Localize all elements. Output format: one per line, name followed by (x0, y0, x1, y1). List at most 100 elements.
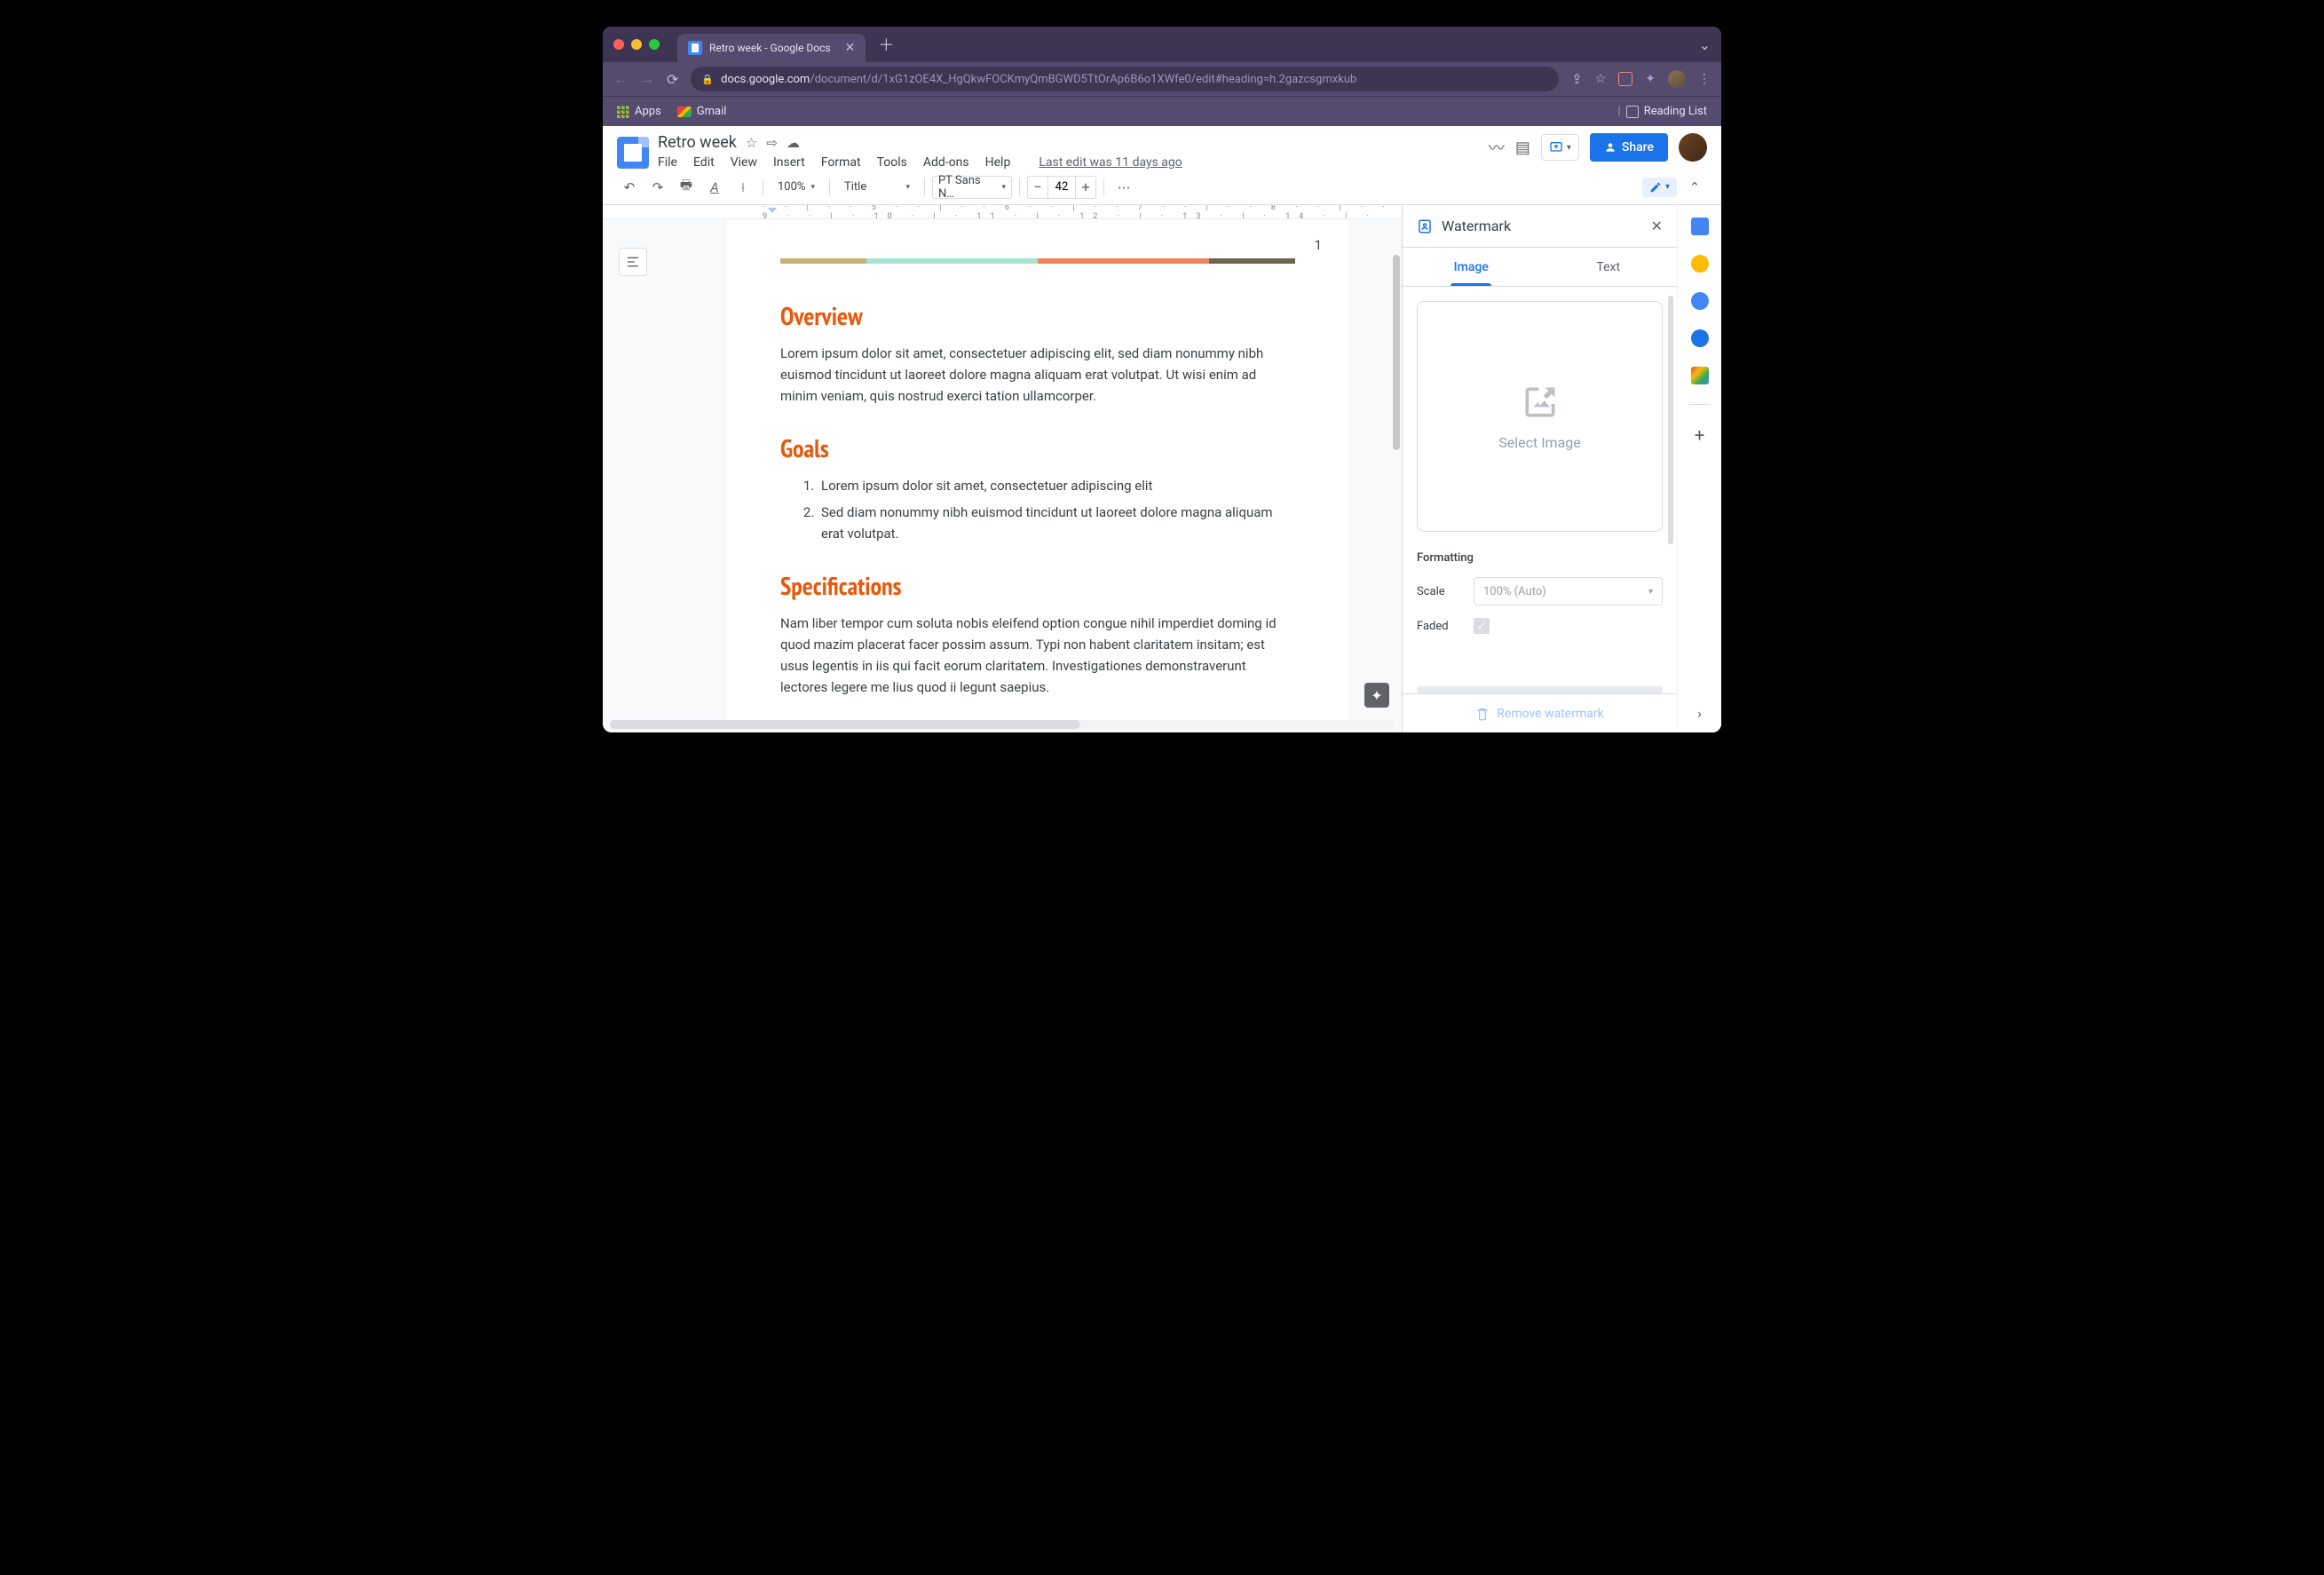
formatting-section-label: Formatting (1417, 551, 1663, 565)
paint-format-button[interactable]: ⟊ (731, 175, 755, 200)
document-title[interactable]: Retro week (658, 133, 737, 152)
spellcheck-button[interactable]: A (702, 175, 727, 200)
color-divider (780, 258, 1295, 264)
extensions-puzzle-icon[interactable]: ✦ (1645, 72, 1656, 86)
reading-list-icon (1626, 106, 1639, 118)
apps-grid-icon (617, 106, 629, 118)
tab-image[interactable]: Image (1403, 248, 1540, 286)
reading-list-button[interactable]: | Reading List (1618, 105, 1707, 118)
scale-select[interactable]: 100% (Auto) ▾ (1474, 577, 1663, 605)
outline-toggle-button[interactable] (619, 248, 647, 276)
vertical-scrollbar[interactable] (1393, 255, 1400, 450)
present-up-icon (1549, 140, 1563, 154)
new-tab-button[interactable]: ＋ (878, 33, 894, 56)
document-page[interactable]: 1 Overview Lorem ipsum dolor sit amet, c… (727, 219, 1348, 720)
activity-icon[interactable]: 〰 (1489, 136, 1505, 159)
minimize-window-button[interactable] (631, 39, 642, 50)
menu-addons[interactable]: Add-ons (923, 155, 969, 170)
comments-icon[interactable]: ▤ (1515, 139, 1530, 157)
font-size-decrease[interactable]: − (1028, 178, 1047, 195)
faded-checkbox[interactable]: ✓ (1474, 618, 1490, 634)
sidebar-close-button[interactable]: ✕ (1651, 218, 1663, 234)
select-image-dropzone[interactable]: Select Image (1417, 301, 1663, 532)
tab-text[interactable]: Text (1540, 248, 1678, 286)
present-button[interactable]: ▾ (1541, 134, 1579, 161)
sidebar-tabs: Image Text (1403, 248, 1677, 287)
horizontal-scrollbar[interactable] (610, 720, 1395, 729)
browser-titlebar: Retro week - Google Docs ✕ ＋ ⌄ (603, 27, 1721, 62)
star-button[interactable]: ☆ (746, 135, 757, 151)
remove-watermark-button[interactable]: Remove watermark (1403, 693, 1677, 732)
more-tools-button[interactable]: ⋯ (1111, 175, 1136, 200)
back-button[interactable]: ← (613, 70, 628, 88)
menu-format[interactable]: Format (821, 155, 861, 170)
add-image-icon (1521, 383, 1560, 422)
maps-rail-icon[interactable] (1691, 367, 1709, 384)
tasks-rail-icon[interactable] (1691, 292, 1709, 310)
tabs-menu-button[interactable]: ⌄ (1699, 36, 1711, 53)
docs-favicon (688, 41, 702, 55)
tab-close-button[interactable]: ✕ (845, 41, 856, 55)
contacts-rail-icon[interactable] (1691, 329, 1709, 347)
menu-insert[interactable]: Insert (773, 155, 805, 170)
main-area: · 2 · · 1 · · | · · 1 · · | · · 2 · · | … (603, 205, 1721, 732)
docs-logo[interactable] (617, 137, 649, 169)
apps-bookmark[interactable]: Apps (617, 105, 661, 118)
heading-overview: Overview (780, 299, 1295, 332)
lock-icon: 🔒 (701, 74, 714, 85)
tab-title: Retro week - Google Docs (709, 42, 831, 54)
reload-button[interactable]: ⟳ (667, 71, 678, 88)
gmail-icon (677, 107, 692, 117)
zoom-select[interactable]: 100%▾ (771, 176, 822, 199)
menu-edit[interactable]: Edit (693, 155, 715, 170)
sidebar-h-scrollbar[interactable] (1417, 686, 1663, 693)
share-button[interactable]: Share (1590, 133, 1668, 162)
redo-button[interactable]: ↷ (645, 175, 670, 200)
font-size-value[interactable]: 42 (1047, 177, 1076, 198)
font-size-control: − 42 + (1027, 176, 1096, 199)
editing-mode-button[interactable]: ▾ (1642, 178, 1677, 197)
font-size-increase[interactable]: + (1076, 178, 1095, 195)
font-select[interactable]: PT Sans N…▾ (932, 176, 1012, 199)
page-number: 1 (1315, 237, 1322, 253)
account-avatar[interactable] (1679, 133, 1707, 162)
style-select[interactable]: Title▾ (837, 176, 917, 199)
calendar-rail-icon[interactable] (1691, 218, 1709, 235)
rail-separator (1689, 404, 1711, 405)
undo-button[interactable]: ↶ (617, 175, 642, 200)
gmail-bookmark[interactable]: Gmail (677, 105, 727, 118)
menu-tools[interactable]: Tools (877, 155, 907, 170)
scale-label: Scale (1417, 585, 1461, 598)
print-button[interactable]: 🖶 (674, 175, 699, 200)
move-button[interactable]: ⇨ (766, 135, 778, 151)
browser-tab[interactable]: Retro week - Google Docs ✕ (677, 34, 866, 62)
indent-marker-icon[interactable] (768, 208, 777, 213)
share-person-icon (1604, 141, 1617, 154)
last-edit-link[interactable]: Last edit was 11 days ago (1039, 155, 1182, 170)
faded-row: Faded ✓ (1417, 618, 1663, 634)
extension-icon[interactable] (1618, 72, 1632, 86)
menu-help[interactable]: Help (985, 155, 1011, 170)
forward-button[interactable]: → (640, 70, 654, 88)
browser-menu-button[interactable]: ⋮ (1698, 72, 1711, 86)
sidebar-scrollbar[interactable] (1668, 296, 1673, 544)
hide-rail-button[interactable]: › (1697, 705, 1702, 722)
collapse-toolbar-button[interactable]: ⌃ (1682, 175, 1707, 200)
cloud-status-icon[interactable]: ☁ (787, 135, 800, 151)
document-scroll[interactable]: 1 Overview Lorem ipsum dolor sit amet, c… (603, 219, 1402, 720)
close-window-button[interactable] (613, 39, 624, 50)
overview-body: Lorem ipsum dolor sit amet, consectetuer… (780, 343, 1295, 407)
profile-avatar[interactable] (1668, 70, 1686, 88)
explore-button[interactable]: ✦ (1364, 683, 1389, 708)
share-icon[interactable]: ⇪ (1571, 71, 1583, 87)
horizontal-ruler[interactable]: · 2 · · 1 · · | · · 1 · · | · · 2 · · | … (603, 205, 1402, 219)
browser-toolbar: ← → ⟳ 🔒 docs.google.com/document/d/1xG1z… (603, 62, 1721, 96)
menu-view[interactable]: View (731, 155, 757, 170)
goals-list: Lorem ipsum dolor sit amet, consectetuer… (780, 475, 1295, 544)
maximize-window-button[interactable] (649, 39, 660, 50)
url-bar[interactable]: 🔒 docs.google.com/document/d/1xG1zOE4X_H… (691, 67, 1559, 91)
keep-rail-icon[interactable] (1691, 255, 1709, 273)
bookmark-star-icon[interactable]: ☆ (1595, 72, 1607, 86)
add-addon-button[interactable]: + (1695, 424, 1704, 446)
menu-file[interactable]: File (658, 155, 677, 170)
